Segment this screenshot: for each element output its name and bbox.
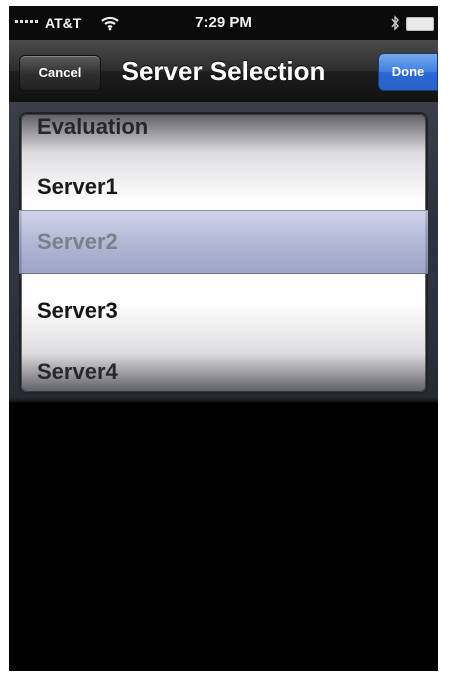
navigation-bar: Cancel Server Selection Done [9, 40, 438, 103]
picker-item-server1[interactable]: Server1 [21, 158, 426, 216]
battery-icon [406, 17, 434, 31]
picker-item-server4[interactable]: Server4 [21, 343, 426, 392]
server-picker: Evaluation Server1 Server3 Server4 Serve… [9, 102, 438, 404]
status-bar: AT&T 7:29 PM [9, 6, 438, 40]
picker-item-server3[interactable]: Server3 [21, 282, 426, 340]
page-title: Server Selection [121, 56, 326, 86]
phone-screen: AT&T 7:29 PM Cancel Server Selection Don… [9, 6, 438, 671]
status-time: 7:29 PM [195, 14, 252, 31]
bluetooth-icon [391, 15, 399, 31]
picker-item-evaluation[interactable]: Evaluation [21, 114, 426, 156]
empty-content-area [9, 402, 438, 671]
done-button[interactable]: Done [378, 53, 438, 91]
picker-item-server2-selected[interactable]: Server2 [21, 213, 426, 271]
picker-selection-indicator: Server2 [19, 210, 428, 274]
